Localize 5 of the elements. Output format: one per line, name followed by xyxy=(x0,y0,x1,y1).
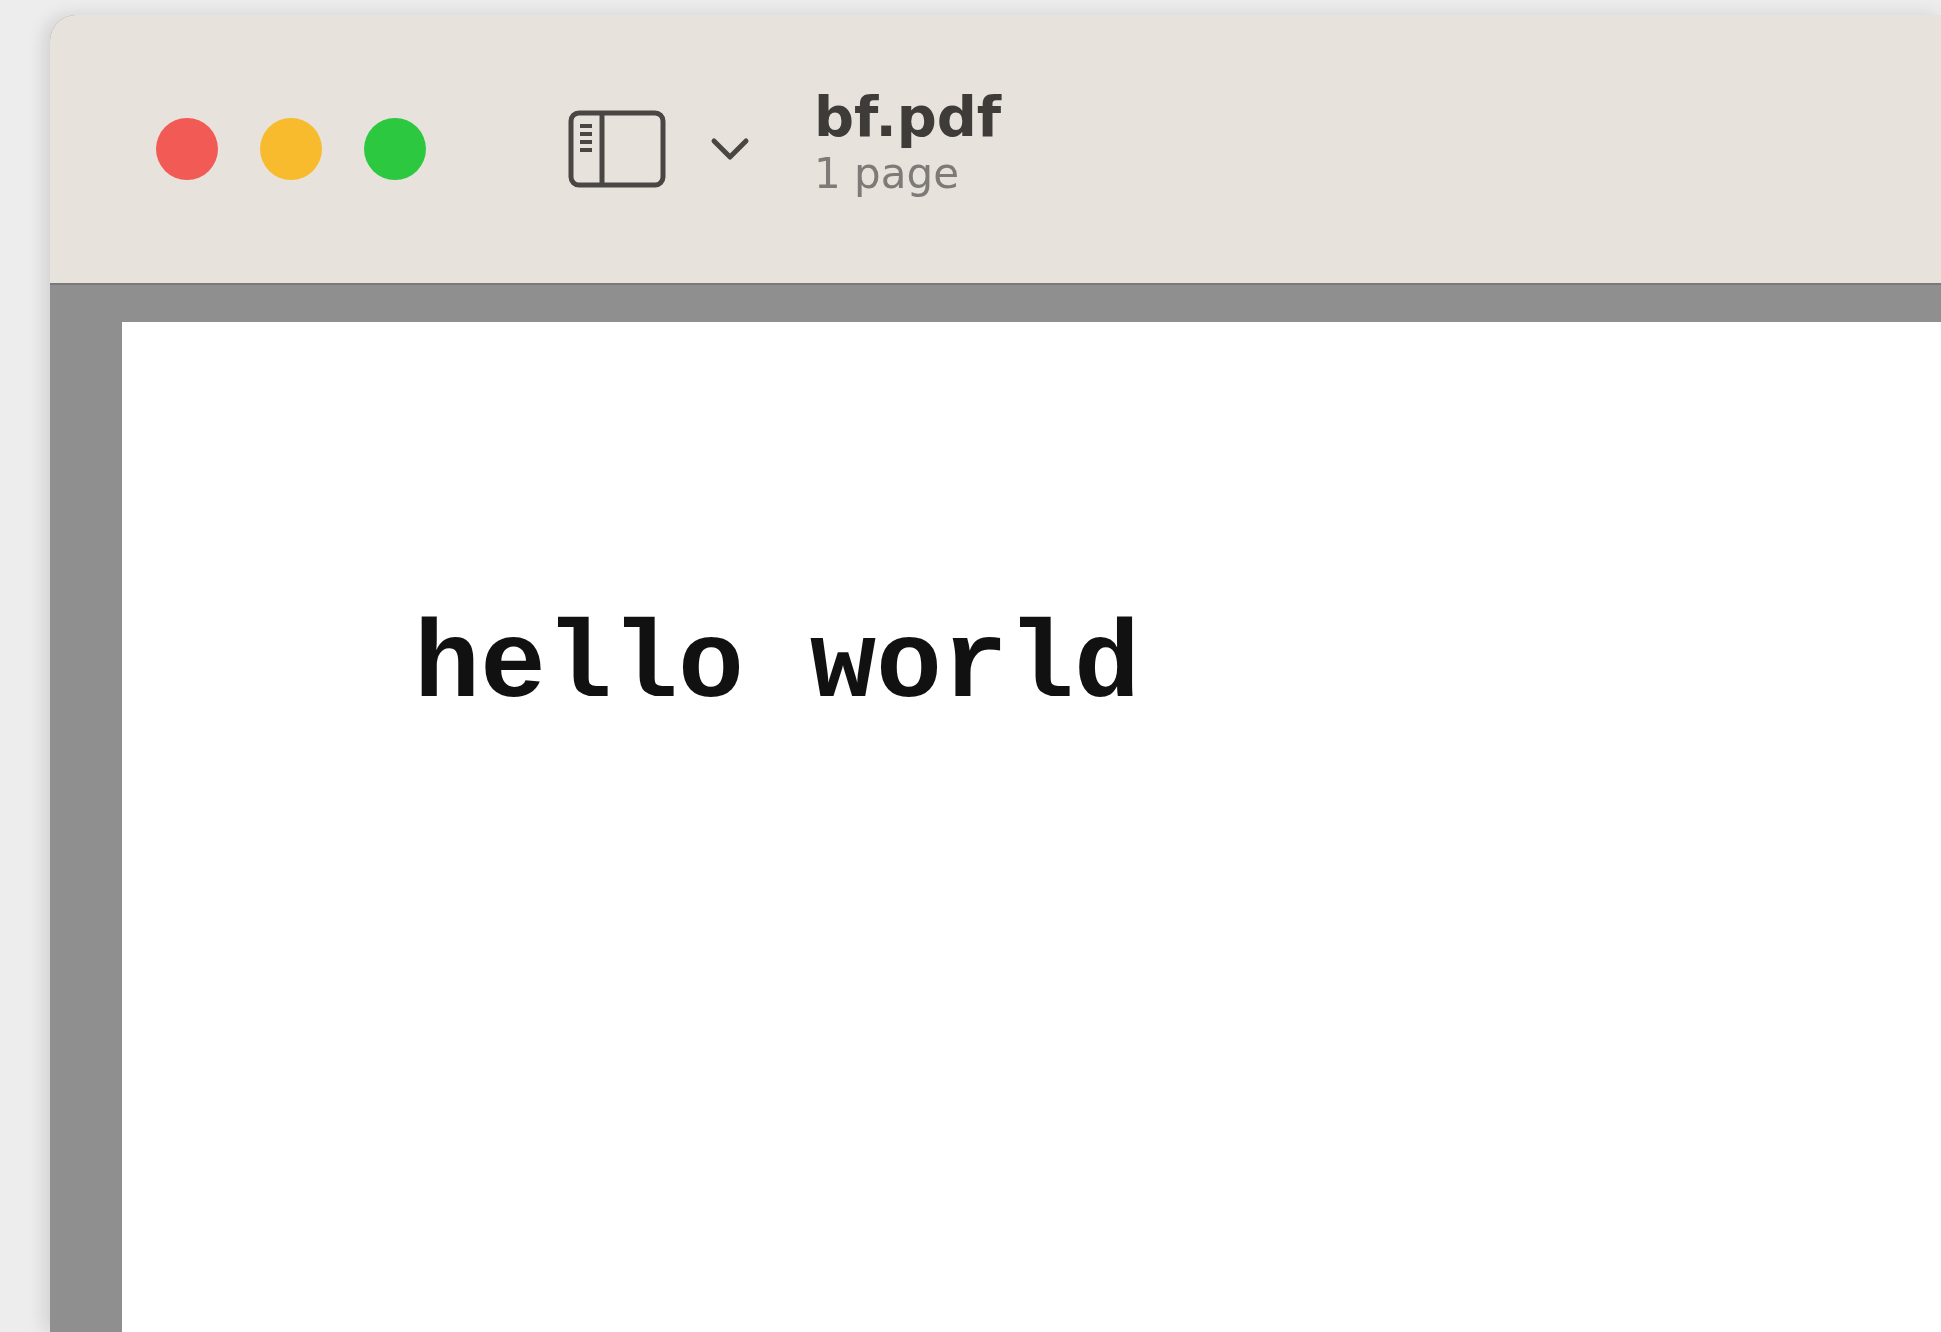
chevron-down-icon[interactable] xyxy=(710,137,750,161)
document-text: hello world xyxy=(414,604,1141,729)
window-title: bf.pdf xyxy=(814,84,1002,149)
sidebar-toggle-icon[interactable] xyxy=(568,110,666,188)
page-count: 1 page xyxy=(814,149,960,200)
